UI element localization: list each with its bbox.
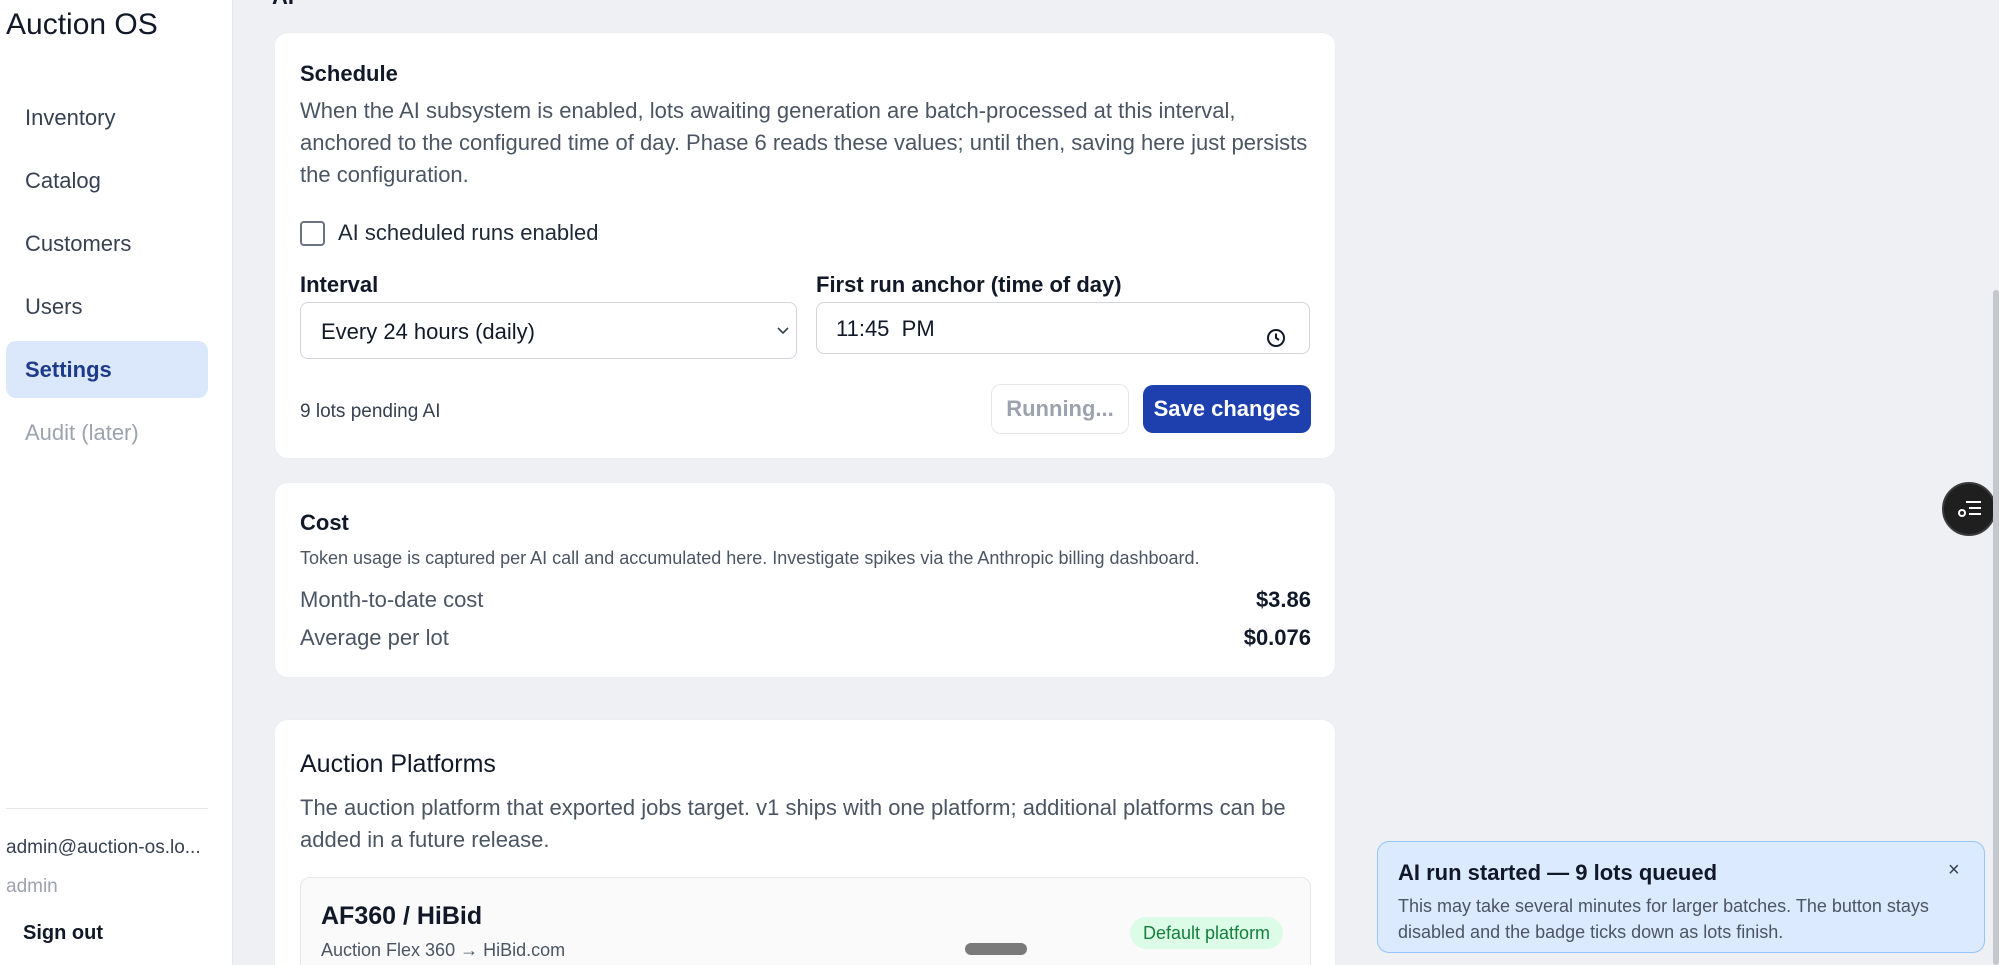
platform-subtitle: Auction Flex 360 → HiBid.com — [321, 940, 566, 960]
clock-icon[interactable] — [1265, 316, 1287, 347]
run-now-button[interactable]: Running... — [991, 384, 1129, 434]
anchor-label: First run anchor (time of day) — [816, 272, 1122, 297]
interval-label: Interval — [300, 272, 379, 297]
sign-out-button[interactable]: Sign out — [23, 922, 103, 945]
schedule-description: When the AI subsystem is enabled, lots a… — [300, 98, 1308, 187]
platform-item[interactable]: AF360 / HiBid Auction Flex 360 → HiBid.c… — [300, 877, 1311, 965]
month-to-date-label: Month-to-date cost — [300, 587, 484, 612]
interval-select[interactable]: Every 24 hours (daily) — [300, 302, 797, 359]
platforms-description: The auction platform that exported jobs … — [300, 795, 1286, 852]
pending-lots-count: 9 lots pending AI — [300, 401, 441, 422]
toast-title: AI run started — 9 lots queued — [1398, 860, 1718, 885]
average-per-lot-label: Average per lot — [300, 625, 449, 650]
section-heading: AI — [272, 0, 294, 10]
user-email: admin@auction-os.lo... — [6, 837, 201, 858]
sidebar: Auction OS Inventory Catalog Customers U… — [0, 0, 233, 965]
sidebar-item-settings[interactable]: Settings — [6, 341, 208, 398]
schedule-title: Schedule — [300, 61, 398, 86]
default-platform-badge: Default platform — [1130, 917, 1284, 949]
sidebar-divider — [6, 808, 208, 809]
sidebar-item-audit: Audit (later) — [25, 420, 139, 445]
app-title: Auction OS — [6, 8, 158, 41]
save-changes-button[interactable]: Save changes — [1143, 385, 1311, 433]
platforms-title: Auction Platforms — [300, 750, 496, 778]
sidebar-item-customers[interactable]: Customers — [6, 215, 208, 272]
anchor-time-input[interactable]: 11:45 PM — [816, 302, 1310, 354]
user-role: admin — [6, 876, 58, 897]
anchor-time-value: 11:45 PM — [836, 316, 935, 341]
list-settings-icon — [1958, 501, 1981, 517]
close-icon[interactable]: × — [1948, 859, 1960, 882]
sidebar-item-inventory[interactable]: Inventory — [6, 89, 208, 146]
cost-description: Token usage is captured per AI call and … — [300, 548, 1200, 568]
sidebar-item-users[interactable]: Users — [6, 278, 208, 335]
interval-select-value: Every 24 hours (daily) — [321, 319, 535, 344]
toast-body: This may take several minutes for larger… — [1398, 896, 1929, 942]
ai-scheduled-runs-checkbox[interactable] — [300, 220, 325, 246]
month-to-date-value: $3.86 — [1255, 587, 1311, 612]
ai-run-toast: AI run started — 9 lots queued This may … — [1377, 841, 1985, 953]
cost-title: Cost — [300, 510, 349, 535]
ai-scheduled-runs-toggle[interactable]: AI scheduled runs enabled — [300, 220, 599, 246]
average-per-lot-value: $0.076 — [1243, 625, 1311, 650]
schedule-card: Schedule When the AI subsystem is enable… — [274, 32, 1336, 459]
cost-card: Cost Token usage is captured per AI call… — [274, 482, 1336, 678]
average-per-lot-row: Average per lot $0.076 — [300, 625, 1311, 651]
platform-name: AF360 / HiBid — [321, 902, 483, 930]
sidebar-item-catalog[interactable]: Catalog — [6, 152, 208, 209]
ai-scheduled-runs-label: AI scheduled runs enabled — [338, 220, 599, 245]
auction-platforms-card: Auction Platforms The auction platform t… — [274, 719, 1336, 965]
scroll-indicator — [965, 943, 1027, 955]
month-to-date-row: Month-to-date cost $3.86 — [300, 587, 1311, 613]
page-scrollbar[interactable] — [1993, 290, 1999, 965]
sidebar-nav: Inventory Catalog Customers Users Settin… — [6, 89, 208, 467]
floating-menu-button[interactable] — [1942, 482, 1996, 536]
chevron-down-icon — [776, 304, 790, 361]
